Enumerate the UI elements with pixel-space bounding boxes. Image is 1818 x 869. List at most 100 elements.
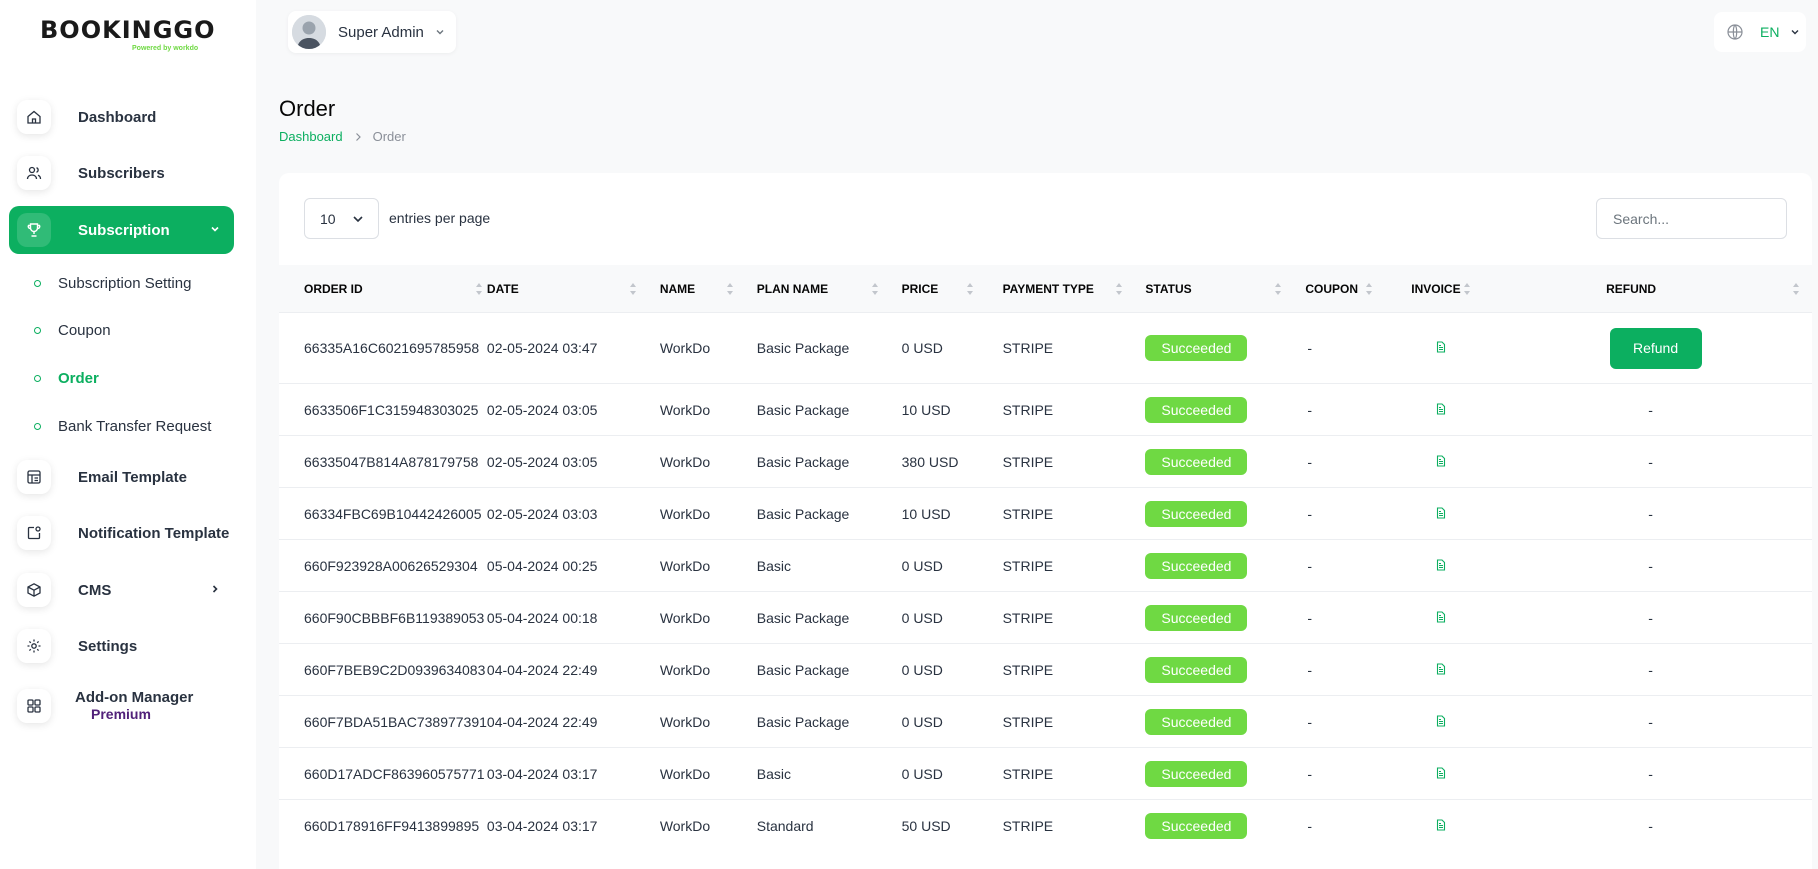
sidebar-item-label: Notification Template bbox=[78, 524, 230, 542]
user-menu[interactable]: Super Admin bbox=[288, 11, 456, 53]
invoice-cell[interactable] bbox=[1411, 539, 1552, 592]
invoice-cell[interactable] bbox=[1411, 747, 1552, 800]
plan-name-cell: Basic bbox=[756, 539, 902, 592]
sort-icon bbox=[966, 283, 973, 295]
table-row: 66334FBC69B10442426005 02-05-2024 03:03 Wo… bbox=[279, 487, 1812, 540]
chevron-down-icon bbox=[1791, 30, 1799, 35]
user-name: Super Admin bbox=[338, 23, 424, 41]
invoice-cell[interactable] bbox=[1411, 435, 1552, 488]
chevron-right-icon bbox=[355, 132, 361, 141]
coupon-cell: - bbox=[1305, 435, 1412, 488]
invoice-cell[interactable] bbox=[1411, 695, 1552, 748]
order-id-cell: 660F90CBBBF6B119389053 bbox=[279, 591, 487, 644]
payment-type-cell: STRIPE bbox=[1002, 312, 1146, 384]
sidebar-item-label: Email Template bbox=[78, 468, 187, 486]
sidebar: BOOKINGGO Powered by workdo Dashboard Su… bbox=[0, 0, 256, 869]
name-cell: WorkDo bbox=[659, 643, 757, 696]
price-cell: 0 USD bbox=[901, 539, 1003, 592]
date-cell: 02-05-2024 03:47 bbox=[486, 312, 660, 384]
sidebar-subitem-label: Subscription Setting bbox=[58, 274, 192, 292]
search-input[interactable] bbox=[1596, 198, 1787, 239]
price-cell: 10 USD bbox=[901, 383, 1003, 436]
language-code: EN bbox=[1760, 24, 1780, 40]
sidebar-item-label: Subscribers bbox=[78, 164, 165, 182]
invoice-icon bbox=[1437, 714, 1446, 727]
sidebar-subitem-bank-transfer-request[interactable]: Bank Transfer Request bbox=[34, 414, 211, 438]
date-cell: 02-05-2024 03:03 bbox=[486, 487, 660, 540]
payment-type-cell: STRIPE bbox=[1002, 383, 1146, 436]
sidebar-subitem-order[interactable]: Order bbox=[34, 366, 99, 390]
sort-icon bbox=[1115, 283, 1122, 295]
refund-cell: - bbox=[1551, 539, 1812, 592]
status-badge: Succeeded bbox=[1145, 604, 1248, 631]
sidebar-item-label: Add-on Manager bbox=[75, 688, 194, 706]
column-header-invoice[interactable]: INVOICE bbox=[1411, 265, 1552, 313]
column-header-plan-name[interactable]: PLAN NAME bbox=[756, 265, 902, 313]
refund-cell: - bbox=[1551, 435, 1812, 488]
column-header-price[interactable]: PRICE bbox=[901, 265, 1003, 313]
chevron-right-icon bbox=[212, 585, 218, 593]
plan-name-cell: Basic Package bbox=[756, 383, 902, 436]
entries-per-page-select[interactable]: 10 bbox=[304, 198, 379, 239]
sidebar-item-label: Settings bbox=[78, 637, 138, 655]
column-header-date[interactable]: DATE bbox=[486, 265, 660, 313]
column-header-coupon[interactable]: COUPON bbox=[1305, 265, 1412, 313]
invoice-cell[interactable] bbox=[1411, 643, 1552, 696]
sidebar-item-settings[interactable]: Settings bbox=[9, 622, 234, 670]
sidebar-subitem-subscription-setting[interactable]: Subscription Setting bbox=[34, 271, 191, 295]
home-icon bbox=[17, 100, 51, 134]
price-cell: 0 USD bbox=[901, 591, 1003, 644]
price-cell: 50 USD bbox=[901, 799, 1003, 852]
users-icon bbox=[17, 156, 51, 190]
column-header-order-id[interactable]: ORDER ID bbox=[279, 265, 487, 313]
column-header-payment-type[interactable]: PAYMENT TYPE bbox=[1002, 265, 1146, 313]
apps-icon bbox=[17, 689, 51, 723]
price-cell: 0 USD bbox=[901, 643, 1003, 696]
invoice-cell[interactable] bbox=[1411, 487, 1552, 540]
date-cell: 05-04-2024 00:25 bbox=[486, 539, 660, 592]
sidebar-item-notification-template[interactable]: Notification Template bbox=[9, 509, 234, 557]
sidebar-item-email-template[interactable]: Email Template bbox=[9, 453, 234, 501]
name-cell: WorkDo bbox=[659, 312, 757, 384]
sort-icon bbox=[1366, 283, 1373, 295]
refund-button[interactable]: Refund bbox=[1609, 327, 1702, 369]
box-icon bbox=[17, 573, 51, 607]
chevron-down-icon bbox=[353, 216, 363, 223]
sidebar-item-cms[interactable]: CMS bbox=[9, 566, 234, 614]
name-cell: WorkDo bbox=[659, 539, 757, 592]
column-header-refund[interactable]: REFUND bbox=[1551, 265, 1812, 313]
invoice-cell[interactable] bbox=[1411, 312, 1552, 384]
breadcrumb-dashboard-link[interactable]: Dashboard bbox=[279, 129, 343, 144]
order-id-cell: 660F7BDA51BAC738977391 bbox=[279, 695, 487, 748]
column-header-status[interactable]: STATUS bbox=[1145, 265, 1306, 313]
invoice-cell[interactable] bbox=[1411, 383, 1552, 436]
sidebar-item-subscription[interactable]: Subscription bbox=[9, 206, 234, 254]
brand-logo[interactable]: BOOKINGGO Powered by workdo bbox=[40, 16, 220, 60]
language-selector[interactable]: EN bbox=[1714, 12, 1806, 52]
refund-cell: - bbox=[1551, 591, 1812, 644]
invoice-icon bbox=[1437, 819, 1446, 831]
column-header-name[interactable]: NAME bbox=[659, 265, 757, 313]
status-badge: Succeeded bbox=[1145, 656, 1248, 683]
invoice-icon bbox=[1437, 506, 1446, 519]
table-row: 660F90CBBBF6B119389053 05-04-2024 00:18 Wo… bbox=[279, 591, 1812, 644]
name-cell: WorkDo bbox=[659, 487, 757, 540]
invoice-cell[interactable] bbox=[1411, 591, 1552, 644]
coupon-cell: - bbox=[1305, 643, 1412, 696]
invoice-cell[interactable] bbox=[1411, 799, 1552, 852]
trophy-icon bbox=[17, 213, 51, 247]
page-title: Order bbox=[279, 96, 336, 121]
table-row: 660D17ADCF863960575771 03-04-2024 03:17 Wo… bbox=[279, 747, 1812, 800]
sort-icon bbox=[1793, 283, 1800, 295]
sort-icon bbox=[476, 283, 482, 295]
bullet-icon bbox=[34, 422, 41, 430]
sidebar-item-dashboard[interactable]: Dashboard bbox=[9, 93, 234, 141]
sidebar-subitem-coupon[interactable]: Coupon bbox=[34, 318, 111, 342]
sidebar-item-subscribers[interactable]: Subscribers bbox=[9, 149, 234, 197]
payment-type-cell: STRIPE bbox=[1002, 539, 1146, 592]
order-id-cell: 66335047B814A878179758 bbox=[279, 435, 487, 488]
refund-cell: - bbox=[1551, 799, 1812, 852]
table-row: 66335A16C6021695785958 02-05-2024 03:47 Wo… bbox=[279, 312, 1812, 384]
breadcrumb-current: Order bbox=[372, 129, 406, 144]
entries-label: entries per page bbox=[389, 210, 491, 226]
